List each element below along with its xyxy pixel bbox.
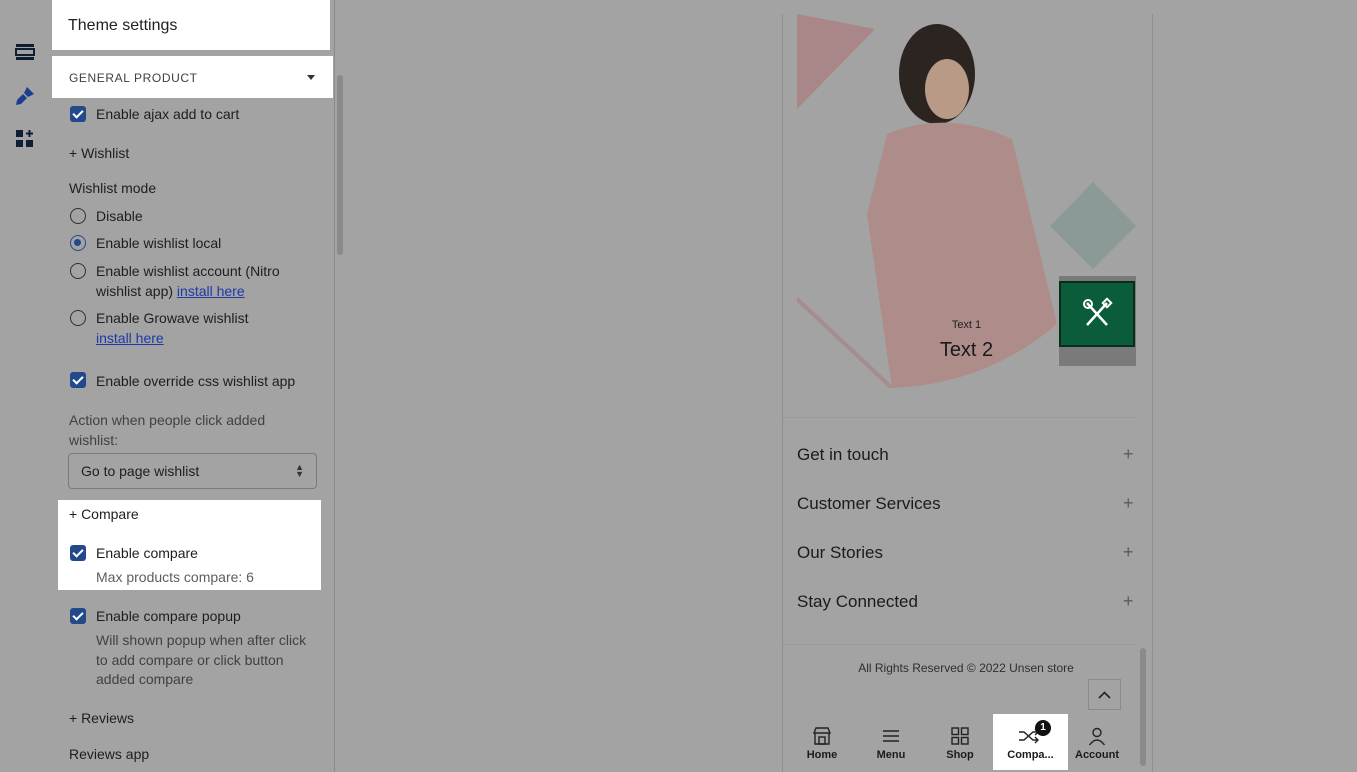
plus-icon[interactable]: + <box>1123 493 1134 514</box>
plus-icon[interactable]: + <box>1123 591 1134 612</box>
panel-scrollbar[interactable] <box>337 75 343 255</box>
nav-compare[interactable]: 1 Compa... <box>993 714 1068 770</box>
theme-brush-icon[interactable] <box>13 84 37 108</box>
nav-label: Home <box>806 749 838 761</box>
popup-help: to add compare or click button <box>96 652 284 668</box>
radio-label: Enable Growave wishlist <box>96 310 249 326</box>
caret-down-icon <box>307 75 315 80</box>
accordion-get-in-touch[interactable]: Get in touch <box>797 445 889 465</box>
wrench-screwdriver-icon <box>1083 297 1113 326</box>
reviews-heading[interactable]: + Reviews <box>69 708 134 728</box>
user-icon <box>1088 727 1106 746</box>
popup-help: Will shown popup when after click <box>96 632 307 648</box>
radio-label: Enable wishlist account (Nitro <box>96 263 280 279</box>
menu-icon <box>883 730 899 742</box>
wishlist-mode-label: Wishlist mode <box>69 180 157 196</box>
section-label: GENERAL PRODUCT <box>69 71 198 85</box>
apps-icon[interactable] <box>13 127 37 151</box>
install-link[interactable]: install here <box>96 328 164 348</box>
radio-label-cont: wishlist app) install here <box>96 281 245 301</box>
reviews-app-label: Reviews app <box>69 746 150 762</box>
radio-label: Disable <box>96 208 143 224</box>
section-general-product[interactable]: GENERAL PRODUCT <box>52 56 333 98</box>
compare-count-badge: 1 <box>1035 720 1051 736</box>
popup-help: added compare <box>96 671 194 687</box>
action-select[interactable]: Go to page wishlist ▲ ▼ <box>68 453 317 489</box>
override-css-label: Enable override css wishlist app <box>96 373 296 389</box>
nav-label: Account <box>1075 749 1119 761</box>
max-compare-text: Max products compare: 6 <box>96 569 254 585</box>
radio-label-line2: wishlist app) <box>96 283 174 299</box>
radio-growave[interactable] <box>70 310 86 326</box>
nav-shop[interactable]: Shop <box>925 714 995 770</box>
ajax-label: Enable ajax add to cart <box>96 106 240 122</box>
plus-icon[interactable]: + <box>1123 444 1134 465</box>
accordion-our-stories[interactable]: Our Stories <box>797 543 883 563</box>
wishlist-heading[interactable]: + Wishlist <box>69 143 129 163</box>
compare-popup-label: Enable compare popup <box>96 608 241 624</box>
grid-icon <box>951 727 969 745</box>
radio-disable[interactable] <box>70 208 86 224</box>
accordion-stay-connected[interactable]: Stay Connected <box>797 592 918 612</box>
radio-wishlist-account[interactable] <box>70 263 86 279</box>
divider <box>783 417 1136 418</box>
tools-button[interactable] <box>1059 281 1135 347</box>
compare-heading[interactable]: + Compare <box>69 504 139 524</box>
nav-home[interactable]: Home <box>787 714 857 770</box>
ajax-checkbox[interactable] <box>70 106 86 122</box>
install-link[interactable]: install here <box>177 283 245 299</box>
enable-compare-checkbox[interactable] <box>70 545 86 561</box>
divider <box>783 644 1136 645</box>
store-icon <box>812 727 832 745</box>
preview-scrollbar[interactable] <box>1140 648 1146 766</box>
panel-title: Theme settings <box>52 0 330 50</box>
radio-label: Enable wishlist local <box>96 235 222 251</box>
plus-icon[interactable]: + <box>1123 542 1134 563</box>
sections-icon[interactable] <box>13 40 37 64</box>
action-label: Action when people click added <box>69 412 266 428</box>
nav-label: Compa... <box>1007 749 1054 761</box>
nav-menu[interactable]: Menu <box>856 714 926 770</box>
compare-popup-checkbox[interactable] <box>70 608 86 624</box>
select-arrows-icon: ▲ ▼ <box>295 462 304 479</box>
back-to-top-button[interactable] <box>1088 679 1121 710</box>
nav-label: Shop <box>946 749 974 761</box>
footer-copyright: All Rights Reserved © 2022 Unsen store <box>858 661 1074 675</box>
nav-account[interactable]: Account <box>1062 714 1132 770</box>
icon-rail <box>0 0 52 772</box>
override-css-checkbox[interactable] <box>70 372 86 388</box>
action-label-cont: wishlist: <box>69 432 119 448</box>
nav-label: Menu <box>876 749 906 761</box>
select-value: Go to page wishlist <box>81 463 200 479</box>
accordion-customer-services[interactable]: Customer Services <box>797 494 941 514</box>
chevron-up-icon <box>1098 691 1111 699</box>
radio-wishlist-local[interactable] <box>70 235 86 251</box>
enable-compare-label: Enable compare <box>96 545 198 561</box>
